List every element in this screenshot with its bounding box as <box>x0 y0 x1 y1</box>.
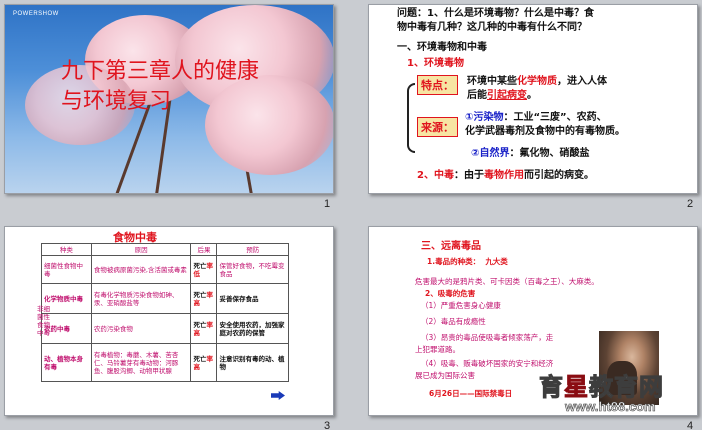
cell-kind: 动、植物本身有毒 <box>41 343 92 382</box>
cell-cause: 有毒植物：毒蘑、木薯、苦杏仁、马铃薯芽有毒动物：河豚鱼、腹股沟鲫、动物甲状腺 <box>90 343 192 382</box>
table-row: 农药中毒 农药污染食物 死亡率高 安全使用农药，加强家庭对农药的保管 <box>41 313 289 344</box>
slide-number: 4 <box>687 420 694 430</box>
column-header: 后果 <box>190 243 218 256</box>
question-line: 问题：1、什么是环境毒物？什么是中毒？食 <box>397 8 594 19</box>
cell-cause: 农药污染食物 <box>90 313 192 344</box>
table-row: 细菌性食物中毒 食物被病原菌污染,含活菌或毒素 死亡率低 保管好食物，不吃霉变食… <box>41 255 289 284</box>
slide-thumbnail-3[interactable]: 食物中毒 种类 原因 后果 预防 细菌性食物中毒 食物被病原菌污染,含活菌或毒素… <box>4 226 334 416</box>
table-row: 化学物质中毒 有毒化学物质污染食物如砷、汞、亚硝酸盐等 死亡率高 妥善保存食品 <box>41 283 289 314</box>
harm-item: 上犯罪道路。 <box>415 345 460 354</box>
cell-result: 死亡率高 <box>190 343 218 382</box>
side-label: 非细菌性食物中毒 <box>37 305 50 337</box>
question-line: 物中毒有几种？这几种的中毒有什么不同？ <box>397 22 587 33</box>
column-header: 原因 <box>90 243 192 256</box>
pollutant-line: ①污染物：工业“三废”、农药、 <box>465 112 607 123</box>
harm-item: （3）昂贵的毒品使吸毒者倾家荡产，走 <box>421 333 554 342</box>
natural-line: ②自然界：氟化物、硝酸盐 <box>471 148 590 159</box>
tag-feature: 特点： <box>417 75 458 95</box>
column-header: 预防 <box>216 243 289 256</box>
poisoning-definition: 2、中毒：由于毒物作用而引起的病变。 <box>417 170 594 181</box>
powershow-logo: POWERSHOW <box>13 11 59 17</box>
harm-item: （4）吸毒、贩毒破坏国家的安宁和经济 <box>421 359 554 368</box>
cell-prevention: 安全使用农药，加强家庭对农药的保管 <box>216 313 289 344</box>
sub-heading: 1、环境毒物 <box>407 58 464 69</box>
anti-drug-day: 6月26日——国际禁毒日 <box>429 389 513 398</box>
cell-kind: 细菌性食物中毒 <box>41 255 92 284</box>
cell-result: 死亡率高 <box>190 313 218 344</box>
slide-number: 1 <box>324 198 331 210</box>
column-header: 种类 <box>41 243 92 256</box>
harm-item: 展已成为国际公害 <box>415 371 475 380</box>
cell-prevention: 注意识别有毒的动、植物 <box>216 343 289 382</box>
cell-cause: 食物被病原菌污染,含活菌或毒素 <box>90 255 192 284</box>
slide-title: 九下第三章人的健康与环境复习 <box>61 59 260 114</box>
harm-item: （1）严重危害身心健康 <box>421 301 501 310</box>
cell-result: 死亡率低 <box>190 255 218 284</box>
cell-prevention: 保管好食物，不吃霉变食品 <box>216 255 289 284</box>
cell-result: 死亡率高 <box>190 283 218 314</box>
feature-line: 环境中某些化学物质，进入人体 <box>467 76 607 87</box>
next-arrow-icon[interactable] <box>271 391 285 400</box>
slide-number: 2 <box>687 198 694 210</box>
watermark-url: www.ht88.com <box>565 399 656 415</box>
harm-item: （2）毒品有成瘾性 <box>421 317 486 326</box>
danger-line: 危害最大的是鸦片类、可卡因类（百毒之王）、大麻类。 <box>415 277 599 286</box>
slide-thumbnail-1[interactable]: POWERSHOW 九下第三章人的健康与环境复习 <box>4 4 334 194</box>
drug-types-line: 1.毒品的种类： 九大类 <box>427 257 508 266</box>
slide-thumbnail-4[interactable]: 三、远离毒品 1.毒品的种类： 九大类 危害最大的是鸦片类、可卡因类（百毒之王）… <box>368 226 698 416</box>
sub-heading: 2、吸毒的危害 <box>425 289 476 298</box>
cell-prevention: 妥善保存食品 <box>216 283 289 314</box>
slide-thumbnail-2[interactable]: 问题：1、什么是环境毒物？什么是中毒？食 物中毒有几种？这几种的中毒有什么不同？… <box>368 4 698 194</box>
slide-number: 3 <box>324 420 331 430</box>
pollutant-line: 化学武器毒剂及食物中的有毒物质。 <box>465 126 625 137</box>
food-poisoning-table: 种类 原因 后果 预防 细菌性食物中毒 食物被病原菌污染,含活菌或毒素 死亡率低… <box>41 243 289 382</box>
brace-bracket <box>407 83 415 153</box>
tag-source: 来源： <box>417 117 458 137</box>
cell-cause: 有毒化学物质污染食物如砷、汞、亚硝酸盐等 <box>90 283 192 314</box>
section-heading: 三、远离毒品 <box>421 241 481 252</box>
feature-line: 后能引起病变。 <box>467 90 537 101</box>
section-heading: 一、环境毒物和中毒 <box>397 42 487 53</box>
table-row: 动、植物本身有毒 有毒植物：毒蘑、木薯、苦杏仁、马铃薯芽有毒动物：河豚鱼、腹股沟… <box>41 343 289 382</box>
table-header-row: 种类 原因 后果 预防 <box>41 243 289 256</box>
watermark-logo: 育星教育网 <box>539 373 664 402</box>
